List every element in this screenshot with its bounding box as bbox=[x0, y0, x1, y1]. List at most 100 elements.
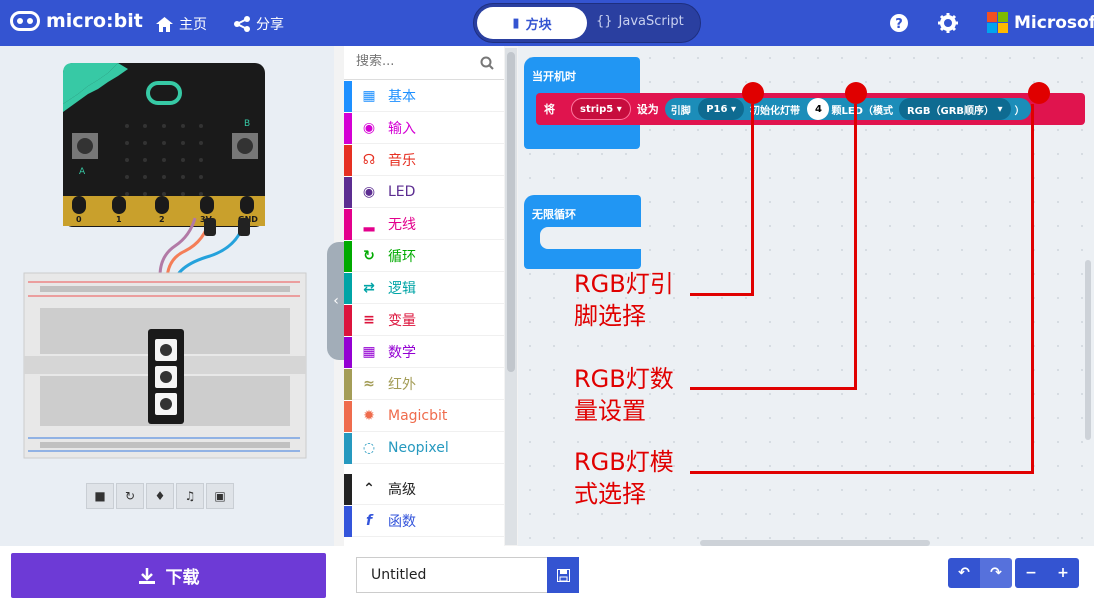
annotation-line bbox=[1031, 104, 1034, 474]
save-button[interactable] bbox=[547, 557, 579, 593]
category-led[interactable]: ◉ LED bbox=[344, 177, 504, 208]
category-label: LED bbox=[388, 184, 416, 200]
help-icon[interactable]: ? bbox=[889, 13, 909, 33]
download-button[interactable]: 下载 bbox=[11, 553, 326, 598]
function-icon: f bbox=[365, 513, 373, 529]
share-label: 分享 bbox=[256, 17, 284, 33]
category-label: 基本 bbox=[388, 89, 416, 105]
bottom-bar: 下载 ↶ ↷ − + bbox=[0, 546, 1094, 605]
headphones-icon: ☊ bbox=[362, 152, 376, 168]
category-infrared[interactable]: ≈ 红外 bbox=[344, 369, 504, 400]
category-advanced[interactable]: ⌃ 高级 bbox=[344, 474, 504, 505]
led-count-input[interactable]: 4 bbox=[807, 98, 830, 120]
mode-value: RGB（GRB顺序） bbox=[906, 105, 995, 117]
category-label: Neopixel bbox=[388, 440, 449, 456]
annotation-text: RGB灯引 bbox=[574, 270, 674, 298]
home-button[interactable]: 主页 bbox=[156, 14, 207, 34]
shuffle-icon: ⇄ bbox=[363, 280, 375, 296]
search-icon[interactable] bbox=[480, 56, 494, 70]
restart-icon[interactable]: ↻ bbox=[116, 483, 144, 509]
variable-name: strip5 bbox=[580, 103, 614, 115]
annotation-marker-mode bbox=[1028, 82, 1050, 104]
microbit-logo-icon bbox=[10, 11, 40, 31]
annotation-line bbox=[690, 471, 1034, 474]
gear-icon: ✹ bbox=[363, 408, 375, 424]
gear-icon[interactable] bbox=[938, 13, 958, 33]
zoom-in-button[interactable]: + bbox=[1047, 558, 1079, 588]
top-bar: micro:bit 主页 分享 ▮ 方块 {} JavaScript ? Mic… bbox=[0, 0, 1094, 46]
category-label: 音乐 bbox=[388, 153, 416, 169]
signal-icon: ▂ bbox=[363, 216, 375, 232]
zoom-out-button[interactable]: − bbox=[1015, 558, 1047, 588]
pin-dropdown[interactable]: P16 ▾ bbox=[698, 98, 744, 120]
category-music[interactable]: ☊ 音乐 bbox=[344, 145, 504, 176]
workspace-vertical-scrollbar[interactable] bbox=[1085, 260, 1091, 440]
button-a-label: A bbox=[79, 167, 86, 177]
tab-javascript[interactable]: {} JavaScript bbox=[596, 14, 684, 29]
braces-icon: {} bbox=[596, 14, 613, 29]
tab-javascript-label: JavaScript bbox=[618, 14, 684, 29]
annotation-line bbox=[751, 104, 754, 296]
share-icon bbox=[234, 16, 250, 32]
redo-icon: ↷ bbox=[990, 565, 1002, 581]
category-basic[interactable]: ▦ 基本 bbox=[344, 81, 504, 112]
search-input[interactable] bbox=[356, 54, 474, 69]
microsoft-logo[interactable]: Microsoft bbox=[987, 12, 1094, 33]
category-loops[interactable]: ↻ 循环 bbox=[344, 241, 504, 272]
pin-value: P16 bbox=[706, 103, 728, 115]
undo-button[interactable]: ↶ bbox=[948, 558, 980, 588]
mode-dropdown[interactable]: RGB（GRB顺序） ▾ bbox=[898, 98, 1011, 120]
annotation-pin-select: RGB灯引 脚选择 bbox=[574, 268, 674, 332]
stop-icon[interactable]: ■ bbox=[86, 483, 114, 509]
forever-block[interactable]: 无限循环 bbox=[524, 195, 641, 269]
category-logic[interactable]: ⇄ 逻辑 bbox=[344, 273, 504, 304]
share-button[interactable]: 分享 bbox=[234, 14, 284, 34]
init-label: 初始化灯带 bbox=[749, 105, 800, 117]
microbit-logo[interactable]: micro:bit bbox=[10, 10, 143, 32]
pin-0-label: 0 bbox=[76, 215, 82, 224]
category-variables[interactable]: ≡ 变量 bbox=[344, 305, 504, 336]
caret-down-icon: ▾ bbox=[997, 103, 1003, 115]
category-magicbit[interactable]: ✹ Magicbit bbox=[344, 401, 504, 432]
fullscreen-icon[interactable]: ▣ bbox=[206, 483, 234, 509]
slowmo-icon[interactable]: ♦ bbox=[146, 483, 174, 509]
set-strip-block[interactable]: 将 strip5 ▾ 设为 引脚 P16 ▾ 初始化灯带 4 颗LED（模式 R… bbox=[536, 93, 1085, 125]
neopixel-create-block[interactable]: 引脚 P16 ▾ 初始化灯带 4 颗LED（模式 RGB（GRB顺序） ▾ ） bbox=[664, 98, 1031, 120]
toolbox-scrollbar[interactable] bbox=[505, 48, 517, 545]
home-icon bbox=[156, 16, 173, 32]
mute-icon[interactable]: ♫ bbox=[176, 483, 204, 509]
toolbox-scroll-thumb[interactable] bbox=[507, 52, 515, 372]
annotation-line bbox=[690, 293, 754, 296]
toggle-icon: ◉ bbox=[362, 184, 376, 200]
category-radio[interactable]: ▂ 无线 bbox=[344, 209, 504, 240]
category-input[interactable]: ◉ 输入 bbox=[344, 113, 504, 144]
category-neopixel[interactable]: ◌ Neopixel bbox=[344, 433, 504, 464]
annotation-text: 式选择 bbox=[574, 480, 646, 508]
microsoft-grid-icon bbox=[987, 12, 1008, 33]
redo-button[interactable]: ↷ bbox=[980, 558, 1012, 588]
logo-text: micro:bit bbox=[46, 10, 143, 32]
puzzle-icon: ▮ bbox=[512, 15, 520, 31]
set-label: 将 bbox=[544, 103, 555, 116]
button-b-label: B bbox=[244, 119, 250, 129]
project-name-input[interactable] bbox=[356, 557, 548, 593]
category-math[interactable]: ▦ 数学 bbox=[344, 337, 504, 368]
loop-icon: ↻ bbox=[363, 248, 375, 264]
tab-blocks[interactable]: ▮ 方块 bbox=[477, 7, 587, 39]
category-label: 变量 bbox=[388, 313, 416, 329]
svg-text:?: ? bbox=[895, 17, 903, 32]
caret-down-icon: ▾ bbox=[616, 103, 622, 115]
pin-label: 引脚 bbox=[670, 105, 691, 117]
annotation-line bbox=[690, 387, 857, 390]
category-label: 红外 bbox=[388, 377, 416, 393]
annotation-text: 量设置 bbox=[574, 397, 646, 425]
collapse-simulator-button[interactable]: ‹ bbox=[327, 242, 345, 360]
chevron-left-icon: ‹ bbox=[333, 293, 339, 309]
pin-1-label: 1 bbox=[116, 215, 122, 224]
plus-icon: + bbox=[1057, 565, 1069, 581]
annotation-line bbox=[854, 104, 857, 390]
simulator-board: A B 0 1 2 3V GND bbox=[23, 63, 307, 459]
chevron-up-icon: ⌃ bbox=[363, 481, 375, 497]
variable-dropdown[interactable]: strip5 ▾ bbox=[571, 98, 631, 120]
category-functions[interactable]: f 函数 bbox=[344, 506, 504, 537]
